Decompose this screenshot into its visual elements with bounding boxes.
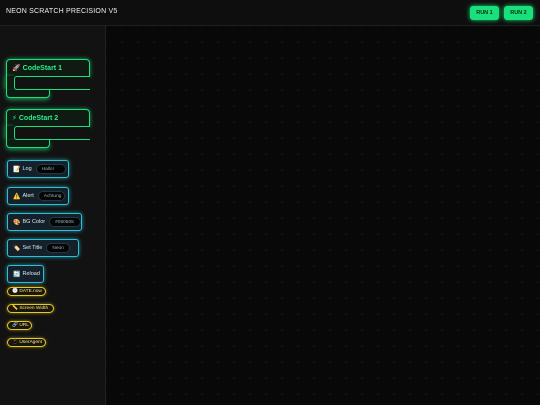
block-palette-sidebar: 🚀 CodeStart 1 ⚡ CodeStart 2 📝 Log Hallo!…: [0, 26, 106, 405]
alert-block[interactable]: ⚠️ Alert Achtung: [7, 187, 69, 205]
palette-icon: 🎨: [13, 219, 21, 226]
set-title-block[interactable]: 🏷️ Set Title Neon: [7, 239, 79, 257]
rocket-icon: 🚀: [12, 65, 21, 72]
bg-color-label: BG Color: [22, 219, 46, 225]
run-1-button[interactable]: RUN 1: [470, 6, 499, 20]
bg-color-input[interactable]: #050505: [49, 217, 81, 227]
warning-icon: ⚠️: [13, 193, 21, 200]
top-bar: NEON SCRATCH PRECISION V5 RUN 1 RUN 2: [0, 0, 540, 26]
clock-icon: 🕒: [12, 289, 18, 294]
url-value-block[interactable]: 🔗 URL: [7, 321, 32, 330]
app-title: NEON SCRATCH PRECISION V5: [6, 8, 118, 15]
set-title-input[interactable]: Neon: [46, 243, 71, 253]
phone-icon: 📱: [12, 340, 18, 345]
useragent-value-block[interactable]: 📱 UserAgent: [7, 338, 46, 347]
codestart-1-block[interactable]: 🚀 CodeStart 1: [6, 59, 90, 103]
date-now-label: DATE.now: [19, 289, 42, 294]
log-input[interactable]: Hallo!: [35, 164, 66, 174]
reload-icon: 🔄: [13, 271, 21, 278]
alert-label: Alert: [22, 193, 34, 199]
label-tag-icon: 🏷️: [13, 245, 21, 252]
lightning-icon: ⚡: [12, 115, 17, 122]
log-block[interactable]: 📝 Log Hallo!: [7, 160, 69, 178]
useragent-label: UserAgent: [19, 340, 42, 345]
reload-label: Reload: [22, 271, 40, 277]
workspace-canvas[interactable]: [106, 26, 540, 405]
run-2-button[interactable]: RUN 2: [504, 6, 533, 20]
date-now-value-block[interactable]: 🕒 DATE.now: [7, 287, 46, 296]
screen-width-value-block[interactable]: 📏 Screen Width: [7, 304, 54, 313]
memo-icon: 📝: [13, 166, 21, 173]
link-icon: 🔗: [12, 323, 18, 328]
log-label: Log: [22, 166, 32, 172]
url-label: URL: [19, 323, 29, 328]
bg-color-block[interactable]: 🎨 BG Color #050505: [7, 213, 82, 231]
screen-width-label: Screen Width: [19, 306, 49, 311]
codestart-1-label: CodeStart 1: [22, 65, 62, 72]
set-title-label: Set Title: [22, 245, 43, 251]
ruler-icon: 📏: [12, 306, 18, 311]
codestart-2-label: CodeStart 2: [18, 115, 59, 122]
alert-input[interactable]: Achtung: [37, 191, 65, 201]
codestart-2-block[interactable]: ⚡ CodeStart 2: [6, 109, 90, 153]
reload-block[interactable]: 🔄 Reload: [7, 265, 44, 283]
